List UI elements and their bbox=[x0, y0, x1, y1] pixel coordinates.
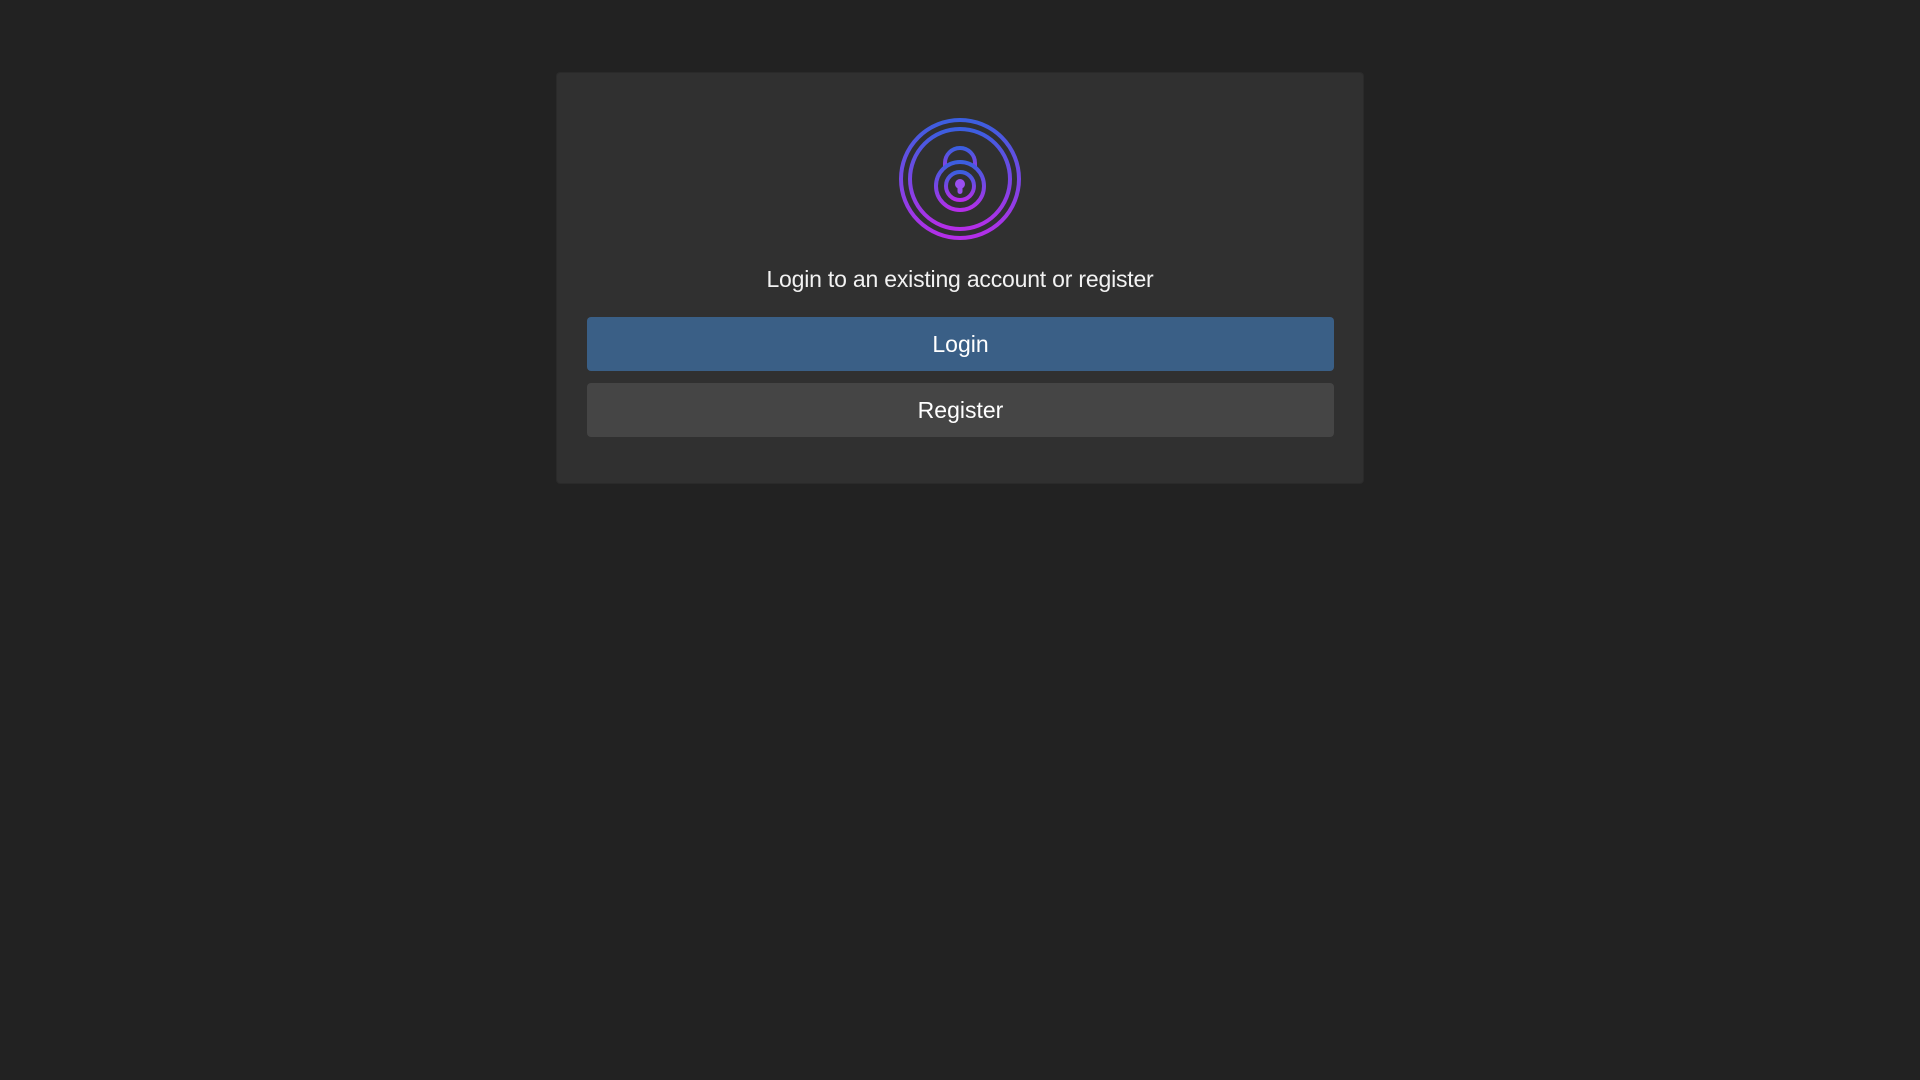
login-button[interactable]: Login bbox=[587, 317, 1334, 371]
register-button[interactable]: Register bbox=[587, 383, 1334, 437]
auth-prompt: Login to an existing account or register bbox=[766, 266, 1154, 292]
auth-page: Login to an existing account or register… bbox=[0, 0, 1920, 1080]
auth-card: Login to an existing account or register… bbox=[557, 73, 1363, 483]
padlock-icon bbox=[899, 118, 1021, 240]
